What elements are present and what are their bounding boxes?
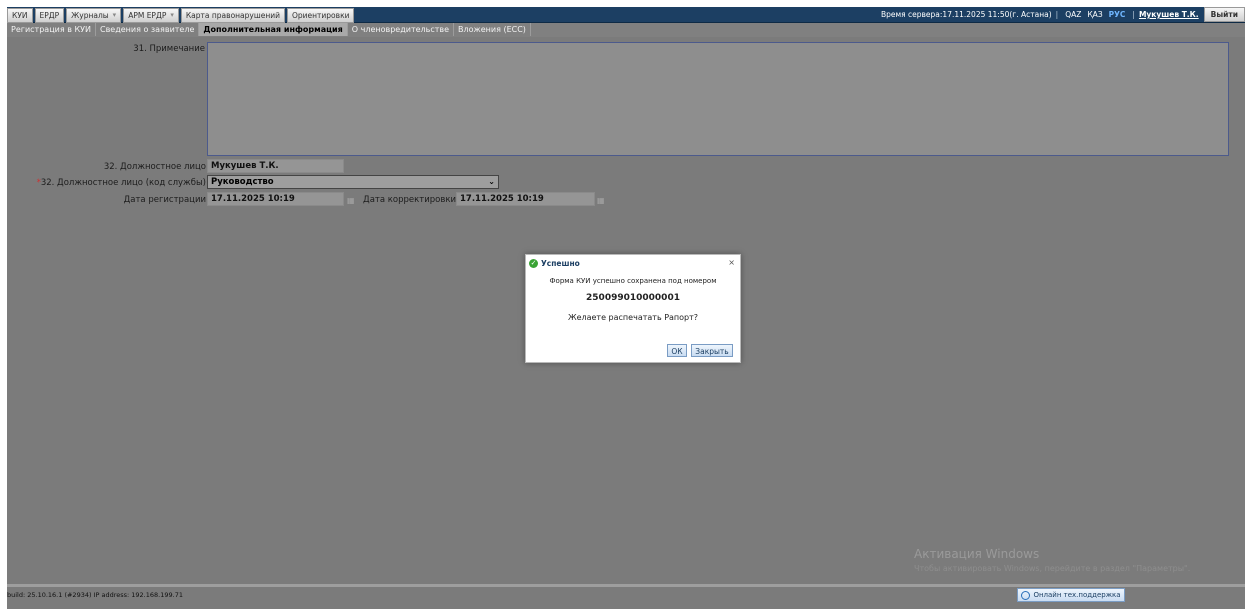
close-icon[interactable]: × [728, 258, 735, 267]
reg-date-label: Дата регистрации [123, 195, 206, 205]
service-label: *32. Должностное лицо (код службы) [36, 178, 206, 188]
menu-offense-map[interactable]: Карта правонарушений [180, 8, 285, 23]
build-info: build: 25.10.16.1 (#2934) IP address: 19… [7, 591, 183, 599]
windows-activation-title: Активация Windows [914, 547, 1040, 561]
top-right-area: Время сервера:17.11.2025 11:50(г. Астана… [881, 7, 1245, 22]
menu-orientations[interactable]: Ориентировки [287, 8, 355, 23]
chevron-down-icon: ▾ [112, 11, 117, 19]
menu-journals[interactable]: Журналы ▾ [66, 8, 122, 23]
top-navigation-bar: КУИ ЕРДР Журналы ▾ АРМ ЕРДР ▾ Карта правон… [7, 7, 1245, 23]
reg-date-field[interactable]: 17.11.2025 10:19 [207, 192, 344, 206]
chevron-down-icon: ⌄ [488, 177, 495, 186]
lang-qaz[interactable]: QAZ [1065, 10, 1081, 19]
separator: | [1132, 10, 1135, 19]
menu-erdr[interactable]: ЕРДР [34, 8, 65, 23]
ok-button[interactable]: ОК [667, 344, 687, 357]
tab-attachments[interactable]: Вложения (ЕСС) [454, 23, 531, 36]
dialog-title: Успешно [541, 259, 580, 268]
note-label: 31. Примечание [133, 44, 205, 54]
service-select[interactable]: Руководство ⌄ [207, 175, 499, 189]
official-label: 32. Должностное лицо [103, 162, 206, 172]
close-button[interactable]: Закрыть [691, 344, 733, 357]
main-menu: КУИ ЕРДР Журналы ▾ АРМ ЕРДР ▾ Карта правон… [7, 7, 356, 23]
server-time: Время сервера:17.11.2025 11:50(г. Астана… [880, 10, 1052, 19]
menu-kui[interactable]: КУИ [7, 8, 33, 23]
chevron-down-icon: ▾ [170, 11, 174, 19]
official-field[interactable]: Мукушев Т.К. [207, 159, 344, 173]
lang-kaz[interactable]: ҚАЗ [1087, 10, 1102, 19]
app-frame: КУИ ЕРДР Журналы ▾ АРМ ЕРДР ▾ Карта правон… [7, 7, 1245, 609]
dialog-question: Желаете распечатать Рапорт? [567, 313, 699, 322]
windows-activation-text: Чтобы активировать Windows, перейдите в … [914, 564, 1191, 573]
tab-additional-info[interactable]: Дополнительная информация [199, 23, 348, 36]
exit-button[interactable]: Выйти [1203, 7, 1245, 22]
online-support-button[interactable]: Онлайн тех.поддержка [1017, 588, 1125, 602]
dialog-header: ✓ Успешно [529, 259, 580, 268]
tab-applicant[interactable]: Сведения о заявителе [96, 23, 200, 36]
note-textarea[interactable] [207, 42, 1229, 156]
tab-self-harm[interactable]: О членовредительстве [348, 23, 455, 36]
corr-date-field[interactable]: 17.11.2025 10:19 [456, 192, 595, 206]
form-tabs: Регистрация в КУИ Сведения о заявителе Д… [7, 23, 1245, 37]
kui-number: 250099010000001 [586, 293, 680, 303]
menu-arm-erdr[interactable]: АРМ ЕРДР ▾ [123, 8, 179, 23]
separator: | [1055, 10, 1059, 19]
corr-date-label: Дата корректировки [363, 195, 456, 205]
calendar-icon[interactable]: ▦ [347, 196, 356, 205]
tab-registration[interactable]: Регистрация в КУИ [7, 23, 96, 36]
support-icon [1021, 590, 1031, 600]
success-dialog: ✓ Успешно × Форма КУИ успешно сохранена … [525, 254, 741, 363]
user-name-link[interactable]: Мукушев Т.К. [1139, 10, 1199, 19]
calendar-icon[interactable]: ▦ [597, 196, 606, 205]
lang-rus[interactable]: РУС [1109, 10, 1126, 19]
check-circle-icon: ✓ [529, 259, 538, 268]
dialog-message: Форма КУИ успешно сохранена под номером [549, 277, 717, 285]
